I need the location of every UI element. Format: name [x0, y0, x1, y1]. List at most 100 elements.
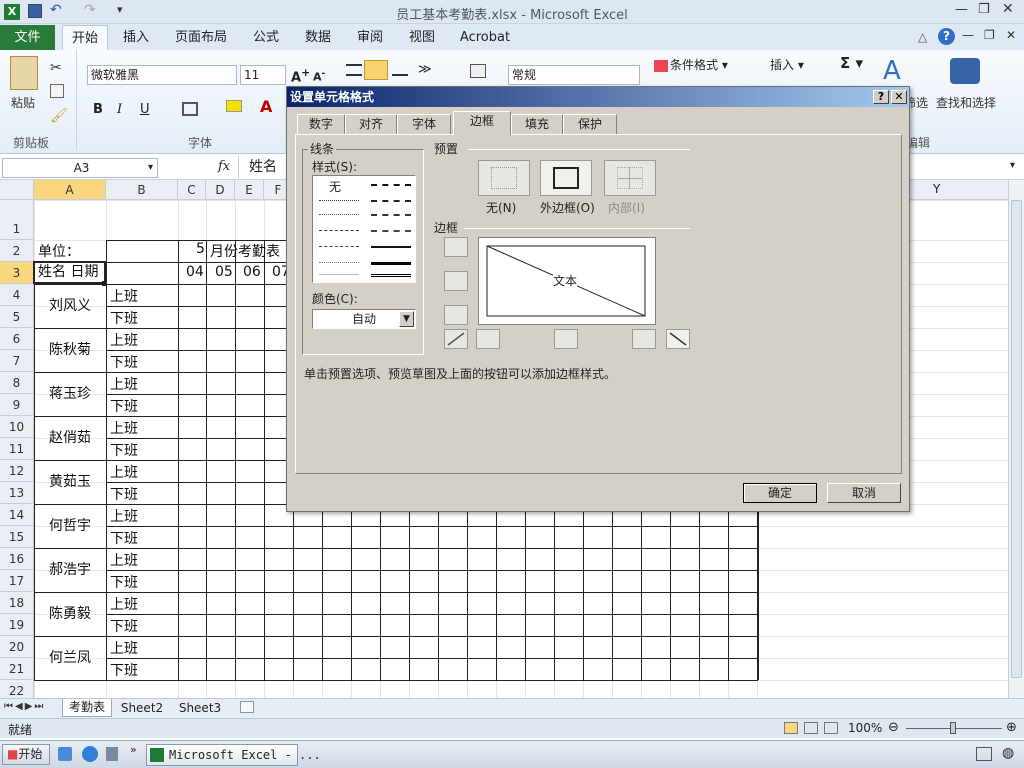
find-select-icon[interactable] — [950, 58, 980, 84]
tab-font[interactable]: 字体 — [397, 114, 451, 134]
row-header-5[interactable]: 5 — [0, 306, 34, 328]
line-style-option[interactable] — [371, 200, 411, 202]
sheet-nav-icon[interactable]: ⏮◀▶⏭ — [4, 701, 45, 712]
shift-off-cell[interactable]: 下班 — [110, 440, 138, 460]
column-header-d[interactable]: D — [206, 180, 235, 200]
vertical-scrollbar[interactable] — [1008, 180, 1024, 698]
line-style-option[interactable] — [371, 230, 411, 232]
shift-off-cell[interactable]: 下班 — [110, 484, 138, 504]
shift-on-cell[interactable]: 上班 — [110, 330, 138, 350]
employee-name-cell[interactable]: 陈勇毅 — [34, 592, 106, 636]
autosum-icon[interactable]: Σ ▾ — [840, 54, 863, 72]
ribbon-collapse-icon[interactable]: △ — [918, 30, 927, 44]
border-diagonal-down-button[interactable] — [666, 329, 690, 349]
row-header-22[interactable]: 22 — [0, 680, 34, 698]
row-header-3[interactable]: 3 — [0, 262, 34, 284]
line-style-list[interactable]: 无 — [312, 175, 416, 283]
tab-view[interactable]: 视图 — [402, 25, 442, 50]
border-bottom-button[interactable] — [444, 305, 468, 325]
shift-on-cell[interactable]: 上班 — [110, 550, 138, 570]
workbook-restore-icon[interactable]: ❐ — [984, 28, 995, 42]
wrap-text-icon[interactable] — [470, 64, 486, 78]
vertical-scroll-thumb[interactable] — [1011, 200, 1022, 678]
tab-acrobat[interactable]: Acrobat — [456, 25, 514, 50]
row-header-18[interactable]: 18 — [0, 592, 34, 614]
name-box[interactable]: A3 ▾ — [2, 158, 158, 178]
tab-alignment[interactable]: 对齐 — [345, 114, 397, 134]
align-top-icon[interactable] — [346, 64, 362, 76]
sheet-tab-sheet3[interactable]: Sheet3 — [174, 700, 226, 717]
page-layout-view-icon[interactable] — [804, 722, 818, 734]
name-box-dropdown-icon[interactable]: ▾ — [148, 159, 153, 177]
tab-protection[interactable]: 保护 — [563, 114, 617, 134]
employee-name-cell[interactable]: 蒋玉珍 — [34, 372, 106, 416]
font-size-select[interactable]: 11 — [240, 65, 286, 85]
tab-number[interactable]: 数字 — [297, 114, 345, 134]
row-header-8[interactable]: 8 — [0, 372, 34, 394]
tab-data[interactable]: 数据 — [298, 25, 338, 50]
shift-on-cell[interactable]: 上班 — [110, 286, 138, 306]
ok-button[interactable]: 确定 — [743, 483, 817, 503]
column-header-b[interactable]: B — [106, 180, 178, 200]
line-style-option[interactable] — [371, 246, 411, 248]
border-left-button[interactable] — [476, 329, 500, 349]
shift-on-cell[interactable]: 上班 — [110, 506, 138, 526]
shift-off-cell[interactable]: 下班 — [110, 660, 138, 680]
column-header-y[interactable]: Y — [933, 182, 940, 196]
shift-on-cell[interactable]: 上班 — [110, 638, 138, 658]
ime-tray-icon[interactable]: ◍ — [1002, 745, 1014, 761]
month-cell[interactable]: 5 — [196, 241, 205, 257]
sheet-tab-sheet2[interactable]: Sheet2 — [116, 700, 168, 717]
tab-review[interactable]: 审阅 — [350, 25, 390, 50]
zoom-out-icon[interactable]: ⊖ — [888, 720, 899, 735]
normal-view-icon[interactable] — [784, 722, 798, 734]
row-header-13[interactable]: 13 — [0, 482, 34, 504]
line-style-option[interactable] — [319, 230, 359, 231]
row-header-21[interactable]: 21 — [0, 658, 34, 680]
shift-off-cell[interactable]: 下班 — [110, 352, 138, 372]
minimize-icon[interactable]: — — [955, 2, 968, 17]
restore-icon[interactable]: ❐ — [978, 2, 990, 17]
row-header-10[interactable]: 10 — [0, 416, 34, 438]
sheet-tab-kaoqin[interactable]: 考勤表 — [62, 699, 112, 717]
number-format-select[interactable]: 常规 — [508, 65, 640, 85]
line-style-option[interactable] — [371, 214, 411, 216]
close-icon[interactable]: ✕ — [1002, 1, 1014, 17]
row-header-12[interactable]: 12 — [0, 460, 34, 482]
select-all-corner[interactable] — [0, 180, 34, 200]
zoom-in-icon[interactable]: ⊕ — [1006, 720, 1017, 735]
line-style-option[interactable] — [319, 200, 359, 201]
quicklaunch-icon[interactable] — [106, 747, 118, 761]
row-header-7[interactable]: 7 — [0, 350, 34, 372]
conditional-format-button[interactable]: 条件格式 ▾ — [654, 56, 728, 73]
row-header-1[interactable]: 1 — [0, 200, 34, 240]
date-cell[interactable]: 05 — [215, 264, 233, 280]
border-diagonal-up-button[interactable] — [444, 329, 468, 349]
date-cell[interactable]: 04 — [186, 264, 204, 280]
row-header-20[interactable]: 20 — [0, 636, 34, 658]
employee-name-cell[interactable]: 何兰凤 — [34, 636, 106, 680]
row-header-19[interactable]: 19 — [0, 614, 34, 636]
employee-name-cell[interactable]: 刘风义 — [34, 284, 106, 328]
ie-icon[interactable] — [82, 746, 98, 762]
align-bottom-icon[interactable] — [392, 64, 408, 76]
line-style-none[interactable]: 无 — [329, 178, 341, 195]
start-button[interactable]: ■开始 — [2, 744, 50, 765]
column-header-e[interactable]: E — [235, 180, 264, 200]
row-header-9[interactable]: 9 — [0, 394, 34, 416]
keyboard-tray-icon[interactable] — [976, 747, 992, 761]
help-icon[interactable]: ? — [938, 28, 955, 45]
employee-name-cell[interactable]: 郝浩宇 — [34, 548, 106, 592]
row-header-14[interactable]: 14 — [0, 504, 34, 526]
zoom-level[interactable]: 100% — [848, 721, 882, 735]
employee-name-cell[interactable]: 黄茹玉 — [34, 460, 106, 504]
row-header-11[interactable]: 11 — [0, 438, 34, 460]
tab-insert[interactable]: 插入 — [116, 25, 156, 50]
sort-filter-icon[interactable]: A — [883, 56, 901, 86]
row-header-17[interactable]: 17 — [0, 570, 34, 592]
zoom-slider-thumb[interactable] — [950, 722, 956, 734]
line-style-option[interactable] — [319, 246, 359, 247]
align-middle-icon[interactable] — [364, 60, 388, 80]
workbook-minimize-icon[interactable]: — — [962, 28, 974, 42]
line-style-option[interactable] — [371, 184, 411, 186]
